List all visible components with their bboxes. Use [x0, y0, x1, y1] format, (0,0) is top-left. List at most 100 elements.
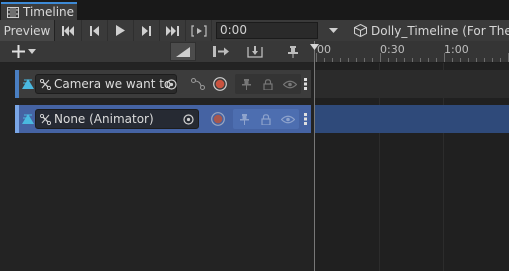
ruler-tick — [484, 58, 485, 62]
bone-icon — [40, 78, 51, 90]
playhead-line — [314, 41, 315, 271]
chevron-down-icon — [328, 28, 338, 33]
step-forward-icon — [142, 25, 151, 36]
ruler-tick — [380, 53, 381, 62]
ruler-tick — [372, 58, 373, 62]
mute-track-toggle[interactable] — [279, 74, 301, 94]
previous-frame-button[interactable] — [82, 20, 108, 41]
go-to-start-button[interactable] — [56, 20, 82, 41]
more-vertical-icon — [303, 113, 307, 125]
ruler-tick — [492, 58, 493, 62]
timeline-asset-title: Dolly_Timeline (For The T — [354, 22, 509, 39]
skip-to-end-icon — [166, 25, 179, 36]
playhead-marker[interactable] — [310, 44, 319, 50]
ruler-tick — [412, 58, 413, 62]
timeline-window: Timeline Preview 0:00 Dolly_Timeline (Fo… — [0, 0, 509, 271]
track-lane-camera[interactable] — [315, 70, 509, 98]
pin-track-button[interactable] — [280, 42, 306, 61]
ruler-label-start: 00 — [317, 43, 331, 56]
track-state-buttons — [235, 74, 301, 94]
lock-icon — [261, 113, 271, 125]
ruler-label-60: 1:00 — [444, 43, 469, 56]
animation-track-camera[interactable]: Camera we want to — [15, 70, 311, 98]
ruler-tick — [476, 58, 477, 62]
time-ruler[interactable]: 00 0:30 1:00 — [315, 41, 509, 63]
preview-button[interactable]: Preview — [0, 20, 55, 41]
timeline-asset-dropdown[interactable] — [326, 22, 340, 39]
pin-track-toggle[interactable] — [235, 74, 257, 94]
window-tab-title: Timeline — [23, 5, 75, 19]
step-back-icon — [90, 25, 99, 36]
eye-icon — [283, 80, 297, 88]
add-track-button[interactable] — [12, 41, 50, 62]
ruler-tick — [428, 58, 429, 62]
ruler-tick — [468, 58, 469, 62]
ruler-tick — [356, 58, 357, 62]
timeline-asset-name: Dolly_Timeline (For The T — [371, 23, 509, 38]
chevron-down-icon — [28, 49, 36, 54]
ruler-label-30: 0:30 — [380, 43, 405, 56]
record-button[interactable] — [209, 74, 231, 94]
go-to-end-button[interactable] — [160, 20, 186, 41]
track-lane-animator[interactable] — [315, 105, 509, 133]
lock-track-toggle[interactable] — [255, 109, 277, 129]
snap-arrow-icon — [213, 46, 229, 57]
snap-toggle-button[interactable] — [208, 42, 234, 61]
lock-icon — [263, 78, 273, 90]
track-binding-field[interactable]: Camera we want to — [35, 74, 177, 94]
track-binding-label: None (Animator) — [54, 112, 154, 126]
ruler-tick — [324, 58, 325, 62]
ease-ramp-icon — [176, 46, 190, 57]
ruler-tick — [452, 58, 453, 62]
bone-icon — [40, 113, 51, 125]
curves-icon — [191, 78, 205, 90]
ruler-tick — [460, 58, 461, 62]
ruler-tick — [340, 58, 341, 62]
clip-edit-mode-button[interactable] — [170, 42, 196, 61]
track-state-buttons — [233, 109, 299, 129]
eye-icon — [281, 115, 295, 123]
play-icon — [116, 25, 125, 36]
track-menu-button[interactable] — [301, 109, 309, 129]
skip-to-start-icon — [62, 25, 74, 36]
track-binding-field[interactable]: None (Animator) — [35, 109, 199, 129]
plus-icon — [12, 45, 25, 58]
pin-icon — [239, 113, 249, 125]
playback-toolbar: Preview 0:00 Dolly_Timeline (For The T — [0, 20, 509, 42]
track-binding-label: Camera we want to — [54, 77, 172, 91]
ripple-mode-button[interactable] — [242, 42, 268, 61]
play-button[interactable] — [108, 20, 134, 41]
object-picker-icon[interactable] — [166, 79, 177, 90]
ruler-tick — [396, 58, 397, 62]
curves-button[interactable] — [187, 74, 209, 94]
track-toolbar — [0, 41, 315, 63]
cube-icon — [354, 24, 367, 37]
ruler-tick — [420, 58, 421, 62]
animation-track-icon — [22, 114, 34, 124]
record-button[interactable] — [207, 109, 229, 129]
animation-track-icon — [22, 79, 34, 89]
pin-icon — [288, 45, 298, 58]
ruler-tick — [404, 58, 405, 62]
object-picker-icon[interactable] — [183, 114, 194, 125]
pin-track-toggle[interactable] — [233, 109, 255, 129]
ruler-tick — [364, 58, 365, 62]
play-range-button[interactable] — [186, 20, 212, 41]
timeline-window-tab[interactable]: Timeline — [1, 2, 77, 20]
record-icon — [213, 77, 227, 91]
current-time-field[interactable]: 0:00 — [216, 22, 318, 39]
play-range-icon — [190, 24, 207, 37]
window-tab-strip: Timeline — [0, 0, 509, 20]
track-controls — [187, 74, 301, 94]
lock-track-toggle[interactable] — [257, 74, 279, 94]
pin-icon — [241, 78, 251, 90]
ruler-tick — [332, 58, 333, 62]
track-menu-button[interactable] — [301, 74, 309, 94]
track-controls — [207, 109, 299, 129]
next-frame-button[interactable] — [134, 20, 160, 41]
ruler-tick — [444, 53, 445, 62]
animation-track-animator[interactable]: None (Animator) — [15, 105, 311, 133]
mute-track-toggle[interactable] — [277, 109, 299, 129]
ruler-tick — [348, 58, 349, 62]
ruler-tick — [500, 58, 501, 62]
